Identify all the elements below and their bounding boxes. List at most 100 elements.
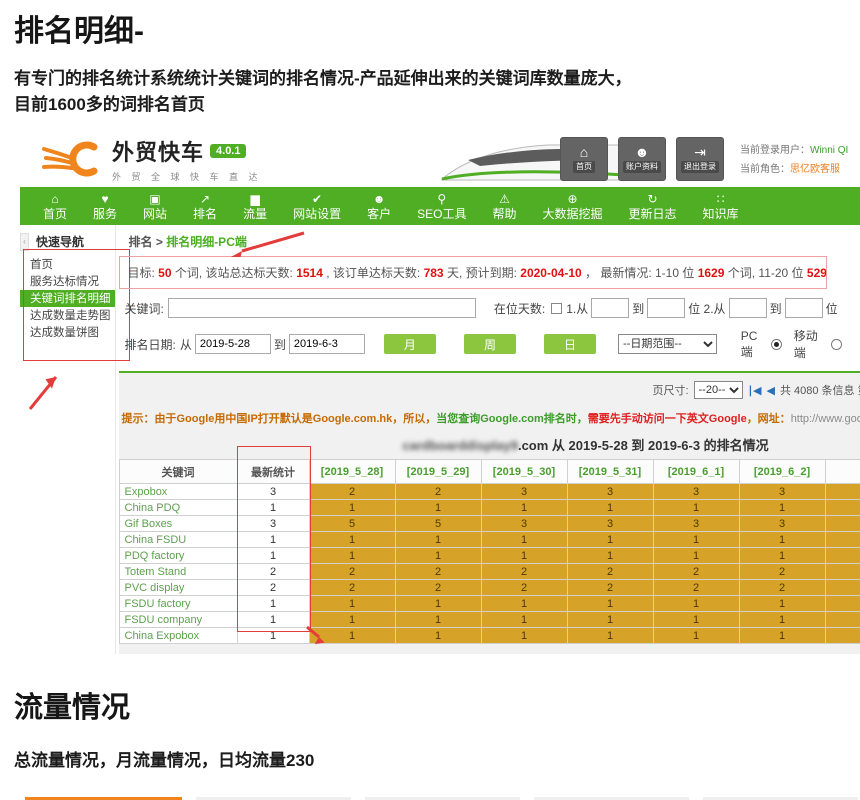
rank-cell: 5: [309, 516, 395, 532]
nav-item-icon: ↗: [193, 193, 217, 206]
nav-item-label: 网站: [143, 207, 167, 221]
days-to-input-1[interactable]: [647, 298, 685, 318]
header-button[interactable]: ⌂ 首页: [560, 137, 608, 181]
days-checkbox[interactable]: [551, 303, 562, 314]
week-button[interactable]: 周: [464, 334, 516, 354]
pc-radio[interactable]: [771, 339, 781, 350]
days-from-input-2[interactable]: [729, 298, 767, 318]
mobile-radio[interactable]: [831, 339, 841, 350]
first-page-icon[interactable]: ∣◀: [748, 384, 762, 397]
header-button[interactable]: ☻ 账户资料: [618, 137, 666, 181]
intro-line-2: 目前1600多的词排名首页: [14, 92, 844, 118]
nav-item-label: SEO工具: [417, 207, 466, 221]
date-to-input[interactable]: [289, 334, 365, 354]
col-header-date: [2019_5_29]: [395, 460, 481, 484]
keyword-cell[interactable]: PVC display: [119, 580, 237, 596]
table-row: Gif Boxes 3 5 5 3 3 3 3: [119, 516, 860, 532]
sidebar-item[interactable]: 关键词排名明细: [20, 290, 115, 307]
nav-item-label: 知识库: [703, 207, 739, 221]
col-header-date: [2019_5_30]: [481, 460, 567, 484]
nav-item[interactable]: ✔ 网站设置: [280, 187, 354, 225]
nav-item[interactable]: ▆ 流量: [230, 187, 280, 225]
main-nav: ⌂ 首页 ♥ 服务 ▣ 网站 ↗ 排名: [20, 187, 860, 225]
keyword-cell[interactable]: China PDQ: [119, 500, 237, 516]
days-seg-2: 到: [632, 300, 644, 317]
nav-item-label: 首页: [43, 207, 67, 221]
rank-cell: 2: [739, 564, 825, 580]
rank-cell: 1: [739, 628, 825, 644]
days-to-input-2[interactable]: [785, 298, 823, 318]
latest-stat-cell: 1: [237, 612, 309, 628]
keyword-cell[interactable]: China Expobox: [119, 628, 237, 644]
table-row: China Expobox 1 1 1 1 1 1 1: [119, 628, 860, 644]
rank-cell: 1: [481, 596, 567, 612]
nav-item[interactable]: ▣ 网站: [130, 187, 180, 225]
rank-cell: 3: [567, 484, 653, 500]
nav-item[interactable]: ↻ 更新日志: [615, 187, 689, 225]
rank-cell: 1: [567, 612, 653, 628]
traffic-section-title: 流量情况: [14, 684, 860, 726]
nav-item-label: 排名: [193, 207, 217, 221]
rank-cell: 1: [739, 500, 825, 516]
keyword-input[interactable]: [168, 298, 476, 318]
month-button[interactable]: 月: [384, 334, 436, 354]
nav-item[interactable]: ♥ 服务: [80, 187, 130, 225]
brand-name: 外贸快车: [112, 135, 204, 167]
filter-row-keyword: 关键词: 在位天数: 1.从 到 位 2.从 到 位: [119, 298, 860, 318]
nav-item[interactable]: ⌂ 首页: [30, 187, 80, 225]
col-header-date: [2019_5_28]: [309, 460, 395, 484]
keyword-cell[interactable]: FSDU factory: [119, 596, 237, 612]
rank-cell: 1: [653, 500, 739, 516]
rank-cell: 2: [309, 484, 395, 500]
page-size-select[interactable]: --20--: [694, 381, 743, 399]
pager-info-a: 共 4080 条信息 第: [780, 382, 860, 398]
latest-stat-cell: 3: [237, 484, 309, 500]
nav-item[interactable]: ⊕ 大数据挖掘: [529, 187, 615, 225]
sidebar-collapse-tab[interactable]: ‹: [20, 233, 29, 251]
header-button[interactable]: ⇥ 退出登录: [676, 137, 724, 181]
wings-logo-icon: [42, 137, 104, 181]
sidebar-item[interactable]: 达成数量走势图: [20, 307, 115, 324]
table-title: cardboarddisplay9.com 从 2019-5-28 到 2019…: [119, 435, 860, 454]
keyword-cell[interactable]: Totem Stand: [119, 564, 237, 580]
intro-line-1: 有专门的排名统计系统统计关键词的排名情况-产品延伸出来的关键词库数量庞大，: [14, 66, 844, 92]
header-button-label: 账户资料: [623, 161, 661, 173]
latest-stat-cell: 1: [237, 532, 309, 548]
ranking-table: 关键词 最新统计 [2019_5_28] [2019_5_29] [2019_5…: [119, 459, 860, 644]
rank-cell: 2: [481, 564, 567, 580]
sidebar-item[interactable]: 达成数量饼图: [20, 324, 115, 341]
version-badge: 4.0.1: [210, 144, 246, 158]
keyword-cell[interactable]: PDQ factory: [119, 548, 237, 564]
rank-cell: 1: [309, 532, 395, 548]
day-button[interactable]: 日: [544, 334, 596, 354]
nav-item[interactable]: ↗ 排名: [180, 187, 230, 225]
latest-stat-cell: 1: [237, 628, 309, 644]
keyword-cell[interactable]: Expobox: [119, 484, 237, 500]
keyword-cell[interactable]: China FSDU: [119, 532, 237, 548]
date-range-select[interactable]: --日期范围--: [618, 334, 717, 354]
date-from-input[interactable]: [195, 334, 271, 354]
nav-item[interactable]: ∷ 知识库: [690, 187, 752, 225]
app-screenshot: 外贸快车 4.0.1 外 贸 全 球 快 车 直 达 ⌂ 首页 ☻: [20, 131, 860, 654]
results-panel: 页尺寸: --20-- ∣◀ ◀ 共 4080 条信息 第 页 共 204 页 …: [119, 371, 860, 654]
pagination-bar: 页尺寸: --20-- ∣◀ ◀ 共 4080 条信息 第 页 共 204 页 …: [119, 373, 860, 403]
rank-cell: 1: [309, 596, 395, 612]
table-row: PVC display 2 2 2 2 2 2 2: [119, 580, 860, 596]
brand-text: 外贸快车 4.0.1 外 贸 全 球 快 车 直 达: [112, 135, 262, 183]
nav-item[interactable]: ⚲ SEO工具: [404, 187, 479, 225]
nav-item[interactable]: ⚠ 帮助: [479, 187, 529, 225]
keyword-cell[interactable]: Gif Boxes: [119, 516, 237, 532]
rank-cell: 3: [567, 516, 653, 532]
latest-stat-cell: 1: [237, 596, 309, 612]
sidebar-item[interactable]: 首页: [20, 256, 115, 273]
rank-cell-stub: [825, 628, 860, 644]
keyword-cell[interactable]: FSDU company: [119, 612, 237, 628]
days-from-input-1[interactable]: [591, 298, 629, 318]
prev-page-icon[interactable]: ◀: [766, 384, 774, 397]
rank-cell: 2: [481, 580, 567, 596]
rank-cell: 3: [481, 484, 567, 500]
rank-cell: 1: [653, 596, 739, 612]
sidebar-item[interactable]: 服务达标情况: [20, 273, 115, 290]
nav-item[interactable]: ☻ 客户: [354, 187, 404, 225]
rank-cell: 2: [395, 564, 481, 580]
